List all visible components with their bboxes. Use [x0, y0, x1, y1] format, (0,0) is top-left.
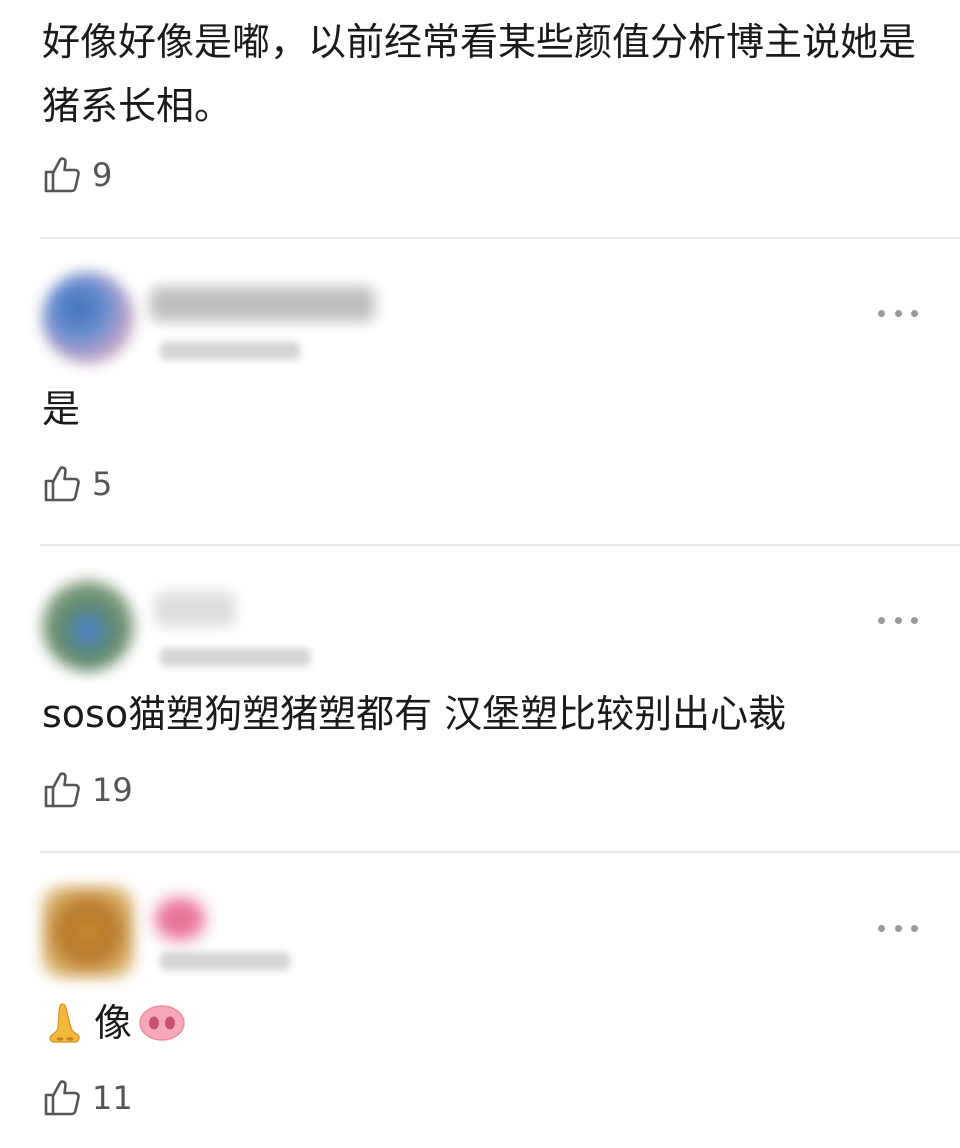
avatar[interactable] — [42, 272, 134, 364]
comment-content: 像 — [42, 998, 186, 1048]
more-button[interactable] — [878, 610, 918, 630]
comment-text: 是 — [42, 387, 81, 431]
more-dot — [894, 924, 902, 932]
more-button[interactable] — [878, 918, 918, 938]
thumbs-up-icon — [44, 157, 80, 193]
comment-feed: 好像好像是嘟，以前经常看某些颜值分析博主说她是猪系长相。 9 是 5 soso猫… — [0, 0, 960, 1148]
comment-text: soso猫塑狗塑猪塑都有 汉堡塑比较别出心裁 — [42, 692, 787, 736]
like-button[interactable]: 19 — [42, 768, 133, 812]
divider — [40, 237, 960, 239]
avatar[interactable] — [42, 886, 134, 978]
comment-text: 好像好像是嘟，以前经常看某些颜值分析博主说她是猪系长相。 — [42, 20, 917, 128]
thumbs-up-icon — [44, 1080, 80, 1116]
like-button[interactable]: 9 — [42, 153, 112, 197]
like-count: 19 — [92, 771, 133, 809]
more-dot — [894, 616, 902, 624]
thumbs-up-icon — [44, 466, 80, 502]
like-count: 9 — [92, 156, 113, 194]
username-blurred[interactable] — [155, 898, 205, 940]
like-count: 5 — [92, 465, 113, 503]
more-dot — [911, 309, 918, 317]
timestamp-blurred — [160, 648, 310, 666]
avatar[interactable] — [42, 580, 134, 672]
timestamp-blurred — [160, 342, 300, 360]
comment-text: 像 — [94, 1001, 133, 1045]
like-button[interactable]: 5 — [42, 462, 112, 506]
divider — [40, 544, 960, 546]
pig-nose-emoji-icon — [139, 1005, 185, 1041]
like-button[interactable]: 11 — [42, 1076, 133, 1120]
more-dot — [878, 616, 885, 624]
more-dot — [894, 309, 902, 317]
like-count: 11 — [92, 1079, 133, 1117]
more-dot — [878, 309, 885, 317]
more-dot — [911, 616, 918, 624]
more-button[interactable] — [878, 303, 918, 323]
divider — [40, 851, 960, 853]
username-blurred[interactable] — [155, 592, 235, 626]
username-blurred[interactable] — [150, 287, 375, 321]
nose-emoji-icon — [49, 1003, 80, 1043]
timestamp-blurred — [160, 952, 290, 970]
more-dot — [911, 924, 918, 932]
thumbs-up-icon — [44, 772, 80, 808]
more-dot — [878, 924, 885, 932]
